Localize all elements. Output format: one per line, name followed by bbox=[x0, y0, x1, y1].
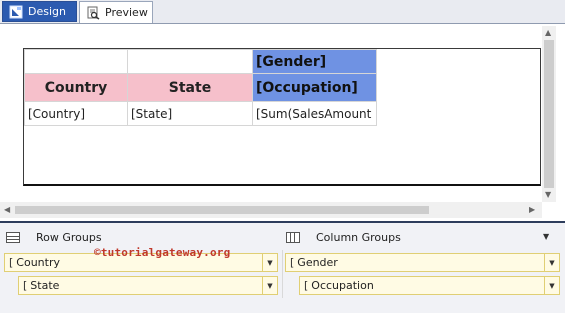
horizontal-scroll-thumb[interactable] bbox=[15, 206, 429, 214]
chevron-down-icon[interactable]: ▼ bbox=[544, 277, 559, 294]
chevron-down-icon[interactable]: ▼ bbox=[262, 277, 277, 294]
horizontal-scrollbar[interactable]: ◀ ▶ bbox=[0, 202, 542, 218]
matrix-corner-cell-1[interactable] bbox=[24, 49, 128, 74]
tab-strip: Design Preview bbox=[0, 0, 565, 24]
row-group-state-label: State bbox=[30, 279, 60, 292]
row-header-state[interactable]: State bbox=[127, 73, 253, 102]
chevron-down-icon[interactable]: ▼ bbox=[262, 254, 277, 271]
column-group-occupation-label: Occupation bbox=[311, 279, 374, 292]
group-bracket-icon: [ bbox=[23, 279, 28, 292]
group-bracket-icon: [ bbox=[304, 279, 309, 292]
tab-preview[interactable]: Preview bbox=[79, 1, 153, 23]
column-group-gender-label: Gender bbox=[297, 256, 338, 269]
column-group-header-gender[interactable]: [Gender] bbox=[252, 49, 377, 74]
chevron-down-icon[interactable]: ▼ bbox=[544, 254, 559, 271]
group-bracket-icon: [ bbox=[9, 256, 14, 269]
column-group-gender[interactable]: [ Gender ▼ bbox=[285, 253, 560, 272]
report-body[interactable]: [Gender] Country State [Occupation] [Cou… bbox=[23, 48, 541, 186]
tab-preview-label: Preview bbox=[105, 6, 148, 19]
watermark: ©tutorialgateway.org bbox=[94, 246, 231, 259]
preview-icon bbox=[86, 6, 100, 20]
pane-divider bbox=[282, 250, 283, 298]
column-group-occupation[interactable]: [ Occupation ▼ bbox=[299, 276, 560, 295]
data-cell-sales-amount[interactable]: [Sum(SalesAmount bbox=[252, 101, 377, 126]
matrix-corner-cell-2[interactable] bbox=[127, 49, 253, 74]
pane-menu-chevron-icon[interactable]: ▼ bbox=[543, 232, 549, 241]
column-group-header-occupation[interactable]: [Occupation] bbox=[252, 73, 377, 102]
data-cell-country[interactable]: [Country] bbox=[24, 101, 128, 126]
scroll-left-icon[interactable]: ◀ bbox=[4, 205, 10, 215]
data-cell-state[interactable]: [State] bbox=[127, 101, 253, 126]
row-group-state[interactable]: [ State ▼ bbox=[18, 276, 278, 295]
column-groups-label: Column Groups bbox=[316, 230, 401, 244]
row-groups-label: Row Groups bbox=[36, 230, 102, 244]
row-groups-header: Row Groups bbox=[6, 226, 102, 248]
row-groups-icon bbox=[6, 231, 20, 243]
scroll-up-icon[interactable]: ▲ bbox=[545, 28, 551, 38]
group-bracket-icon: [ bbox=[290, 256, 295, 269]
row-group-country-label: Country bbox=[16, 256, 60, 269]
vertical-scroll-thumb[interactable] bbox=[544, 40, 554, 188]
column-groups-header: Column Groups bbox=[286, 226, 401, 248]
vertical-scrollbar[interactable]: ▲ ▼ bbox=[542, 26, 556, 202]
scroll-right-icon[interactable]: ▶ bbox=[529, 205, 535, 215]
row-header-country[interactable]: Country bbox=[24, 73, 128, 102]
design-icon bbox=[9, 5, 23, 19]
tab-design-label: Design bbox=[28, 5, 66, 18]
scroll-down-icon[interactable]: ▼ bbox=[545, 190, 551, 200]
tab-design[interactable]: Design bbox=[2, 1, 77, 22]
column-groups-icon bbox=[286, 231, 300, 243]
